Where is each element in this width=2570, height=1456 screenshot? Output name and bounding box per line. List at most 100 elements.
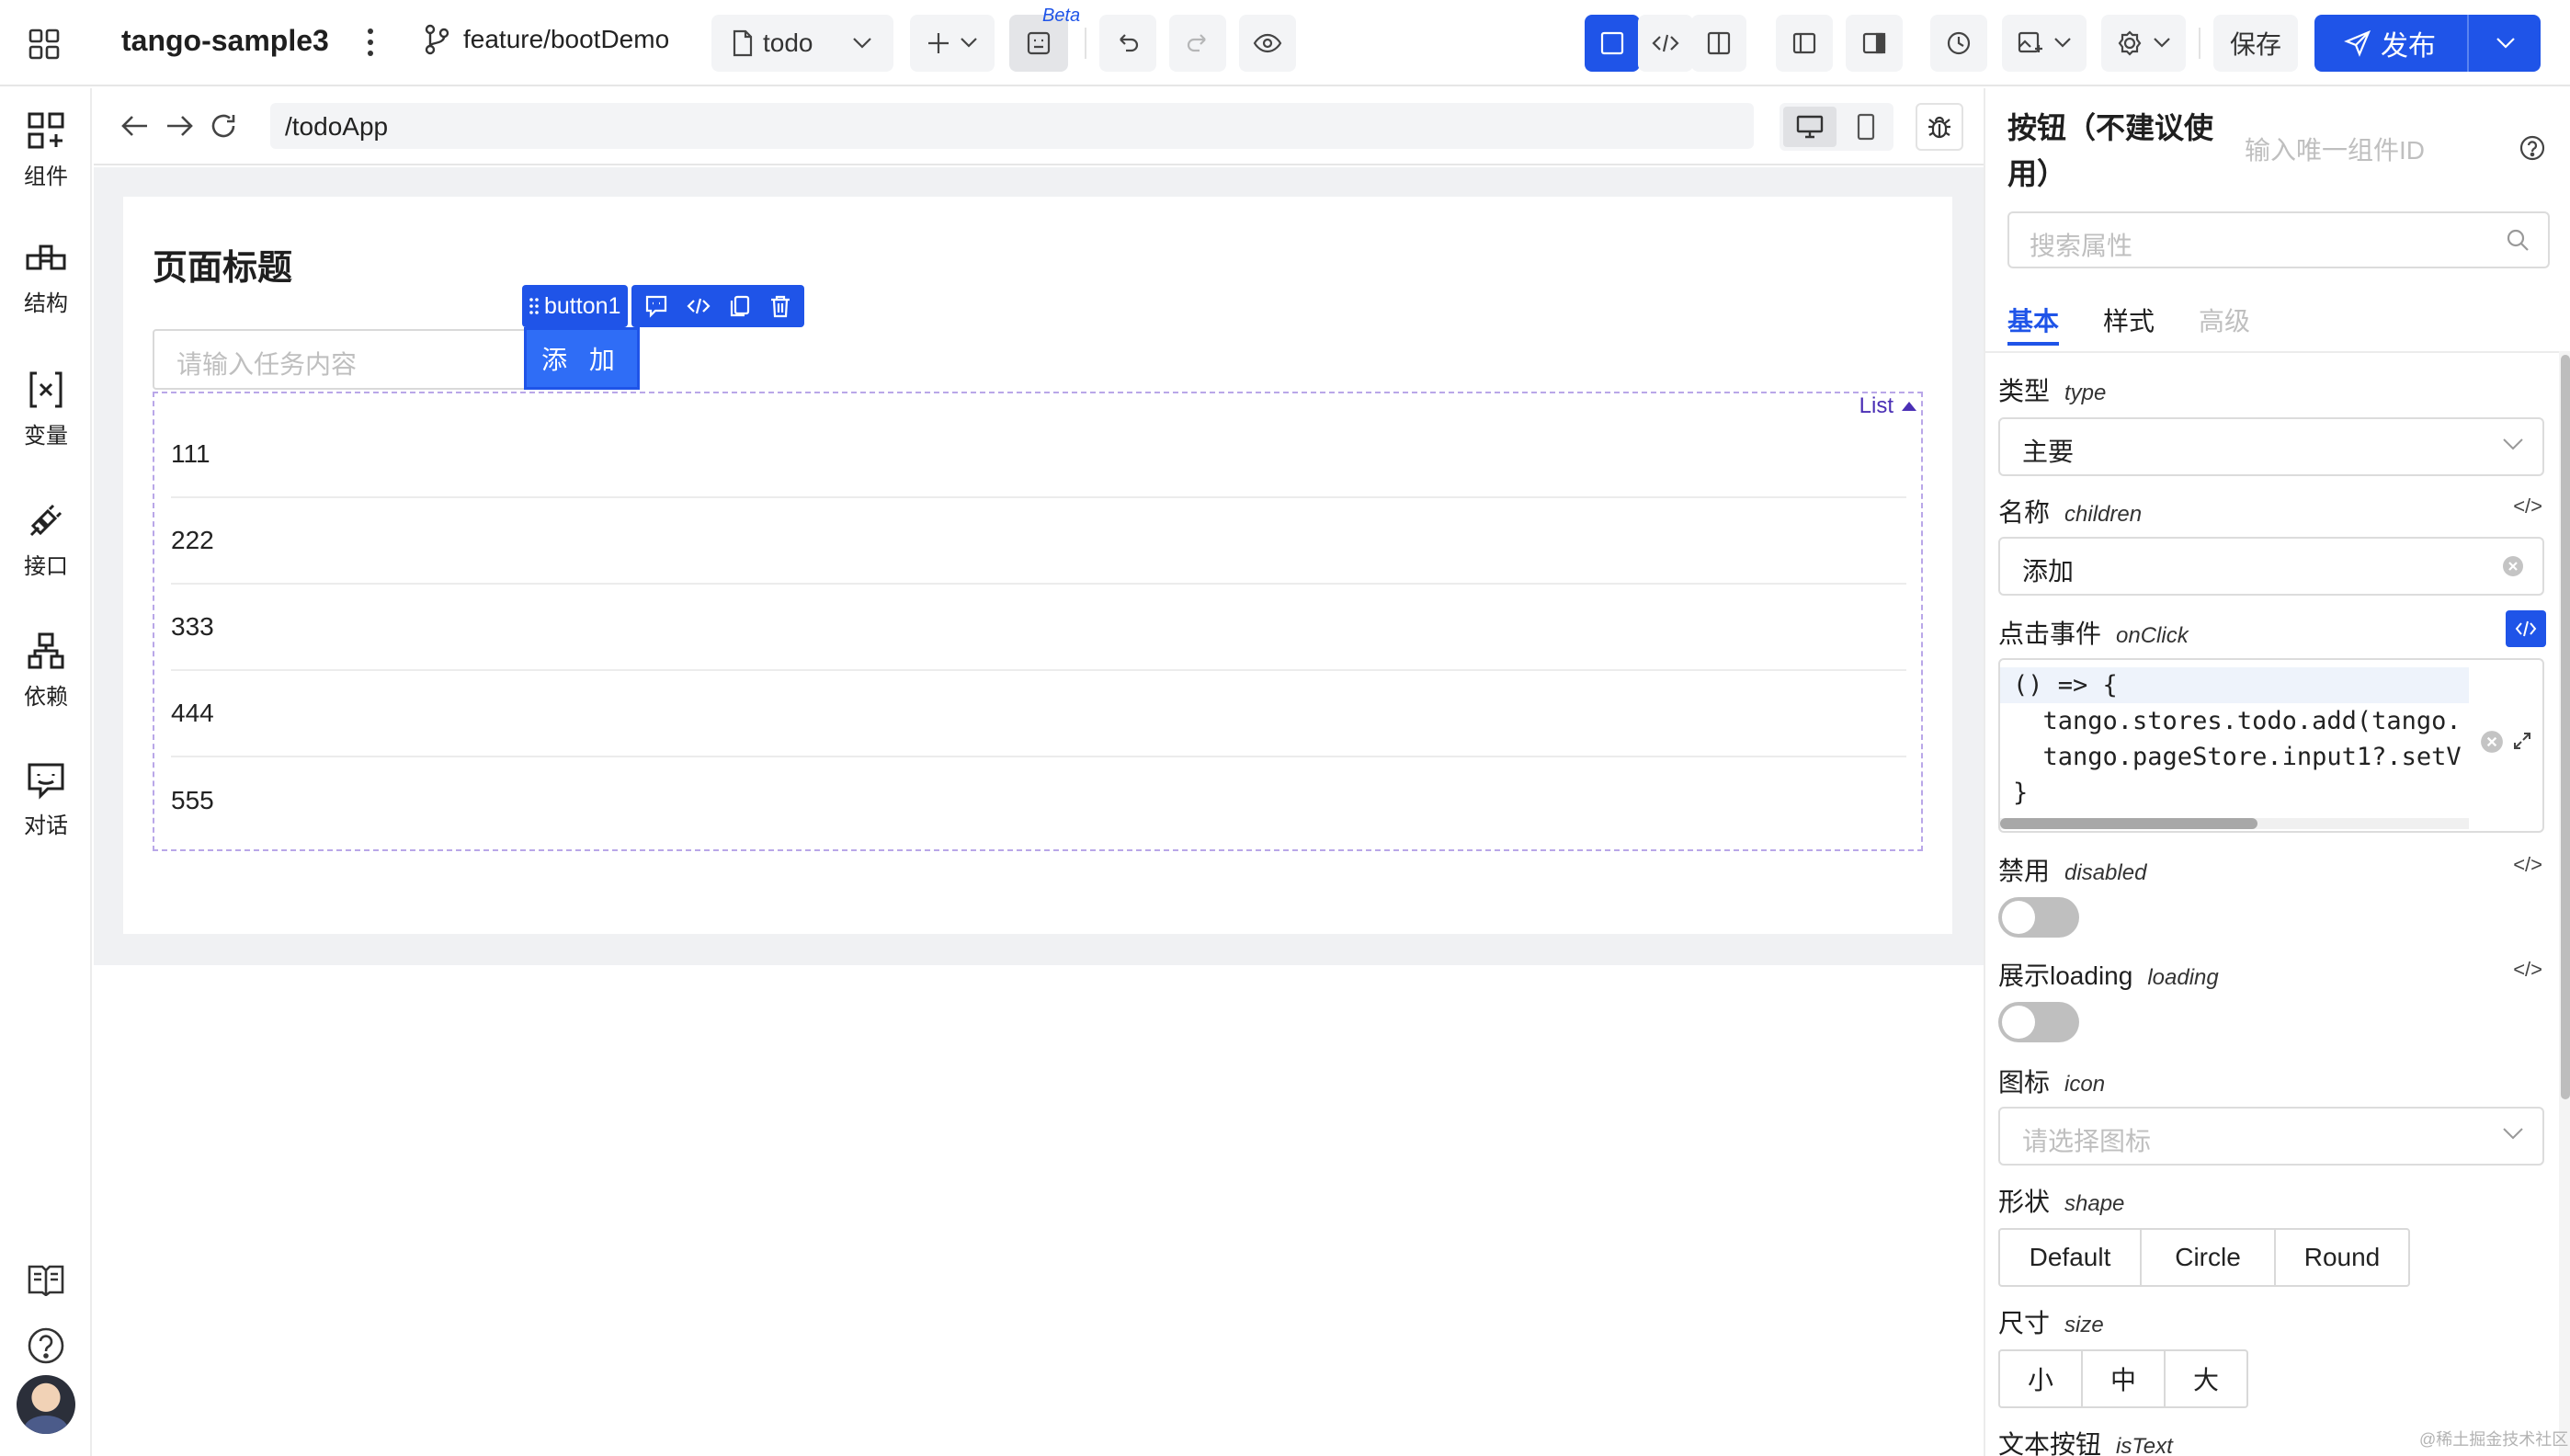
publish-button[interactable]: 发布 (2314, 15, 2541, 72)
debug-button[interactable] (1916, 103, 1963, 151)
branch-selector[interactable]: feature/bootDemo (423, 24, 669, 55)
dependency-icon (28, 632, 64, 669)
component-id-input[interactable]: 输入唯一组件ID (2245, 131, 2425, 167)
shape-option-round[interactable]: Round (2274, 1228, 2410, 1287)
tab-basic[interactable]: 基本 (2007, 301, 2059, 338)
prop-size-label: 尺寸 size (1998, 1309, 2104, 1337)
onclick-code-editor[interactable]: () => { tango.stores.todo.add(tango. tan… (1998, 658, 2544, 833)
api-icon (29, 504, 63, 537)
list-item: 222 (171, 498, 1906, 585)
docs-icon[interactable] (26, 1263, 66, 1296)
url-input[interactable]: /todoApp (270, 103, 1754, 149)
columns-icon (1707, 31, 1731, 55)
code-icon[interactable] (687, 297, 711, 315)
code-hscroll-thumb[interactable] (2000, 818, 2257, 829)
code-mode-button[interactable] (2506, 610, 2546, 647)
toggle-right-panel-button[interactable] (1846, 15, 1903, 72)
size-option-medium[interactable]: 中 (2081, 1349, 2166, 1408)
sidebar-item-components[interactable]: 组件 (0, 110, 92, 190)
expand-icon[interactable] (2511, 730, 2533, 752)
undo-icon (1120, 34, 1139, 52)
toggle-left-panel-button[interactable] (1776, 15, 1833, 72)
shape-option-circle[interactable]: Circle (2140, 1228, 2276, 1287)
size-option-small[interactable]: 小 (1998, 1349, 2083, 1408)
more-vertical-icon[interactable] (364, 26, 377, 59)
chevron-down-icon[interactable] (2495, 36, 2517, 51)
trash-icon[interactable] (769, 294, 791, 318)
disabled-toggle[interactable] (1998, 897, 2079, 938)
selected-component-chip[interactable]: button1 (522, 285, 629, 327)
app-page: 页面标题 button1 请输入任务内容 添 加 List 111 222 33… (123, 197, 1952, 934)
clear-icon[interactable] (2502, 555, 2524, 577)
file-icon (733, 29, 753, 57)
comment-icon[interactable] (644, 294, 668, 318)
sidebar-item-dependencies[interactable]: 依赖 (0, 631, 92, 711)
add-page-button[interactable] (910, 15, 995, 72)
copy-icon[interactable] (729, 294, 751, 318)
chevron-down-icon (2503, 1128, 2523, 1140)
chevron-down-icon (961, 38, 977, 48)
sidebar-item-variables[interactable]: 变量 (0, 370, 92, 449)
chevron-down-icon (2154, 38, 2170, 48)
caret-up-icon (1902, 402, 1916, 411)
panel-scrollbar-thumb[interactable] (2561, 355, 2570, 1099)
help-icon[interactable] (26, 1325, 66, 1366)
sidebar-item-structure[interactable]: 结构 (0, 241, 92, 317)
design-view-button[interactable] (1585, 15, 1640, 72)
list-item: 111 (171, 412, 1906, 498)
beta-badge: Beta (1042, 6, 1081, 26)
mobile-view-button[interactable] (1840, 107, 1892, 147)
sidebar-item-api[interactable]: 接口 (0, 500, 92, 580)
avatar[interactable] (17, 1375, 75, 1434)
robot-icon (1027, 31, 1051, 55)
shape-option-default[interactable]: Default (1998, 1228, 2142, 1287)
save-button[interactable]: 保存 (2213, 15, 2298, 72)
export-button[interactable] (2002, 15, 2087, 72)
back-arrow-icon[interactable] (121, 114, 149, 138)
add-button[interactable]: 添 加 (524, 327, 640, 390)
code-toggle-icon[interactable]: </> (2513, 958, 2542, 982)
sidebar-item-label: 对话 (24, 813, 68, 838)
code-toggle-icon[interactable]: </> (2513, 853, 2542, 877)
eye-icon (1253, 33, 1282, 53)
app-grid-icon[interactable] (28, 28, 61, 61)
icon-select[interactable]: 请选择图标 (1998, 1107, 2544, 1166)
code-line: tango.pageStore.input1?.setV (2013, 743, 2462, 771)
panel-title: 按钮（不建议使用） (2007, 111, 2214, 190)
todo-list: List 111 222 333 444 555 (153, 392, 1923, 851)
split-view-button[interactable] (1691, 15, 1746, 72)
refresh-icon[interactable] (210, 112, 237, 140)
todo-input[interactable]: 请输入任务内容 (153, 329, 526, 390)
branch-name: feature/bootDemo (463, 25, 670, 53)
shape-segmented: Default Circle Round (1998, 1228, 2410, 1287)
type-select[interactable]: 主要 (1998, 417, 2544, 476)
help-icon[interactable] (2519, 134, 2546, 162)
code-toggle-icon[interactable]: </> (2513, 495, 2542, 518)
code-view-button[interactable] (1638, 15, 1693, 72)
code-icon (2515, 620, 2537, 637)
sidebar-item-chat[interactable]: 对话 (0, 759, 92, 839)
redo-button[interactable] (1169, 15, 1226, 72)
preview-button[interactable] (1239, 15, 1296, 72)
search-icon (2507, 229, 2529, 251)
settings-button[interactable] (2101, 15, 2186, 72)
clear-icon[interactable] (2480, 730, 2504, 754)
history-button[interactable] (1930, 15, 1987, 72)
size-option-large[interactable]: 大 (2164, 1349, 2248, 1408)
sidebar-item-label: 依赖 (24, 685, 68, 710)
selection-toolbar: button1 (522, 285, 805, 327)
top-toolbar: tango-sample3 feature/bootDemo todo Beta (0, 0, 2570, 86)
loading-toggle[interactable] (1998, 1002, 2079, 1042)
tab-style[interactable]: 样式 (2103, 301, 2155, 338)
forward-arrow-icon[interactable] (165, 114, 193, 138)
sidebar-right-icon (1862, 32, 1886, 54)
property-search-input[interactable]: 搜索属性 (2007, 211, 2550, 268)
children-input[interactable]: 添加 (1998, 537, 2544, 596)
page-select[interactable]: todo (711, 15, 893, 72)
tab-advanced[interactable]: 高级 (2199, 301, 2250, 338)
undo-button[interactable] (1099, 15, 1156, 72)
gear-icon (2118, 30, 2142, 56)
device-switch (1780, 103, 1893, 151)
selection-actions (631, 285, 805, 327)
desktop-view-button[interactable] (1783, 107, 1837, 147)
